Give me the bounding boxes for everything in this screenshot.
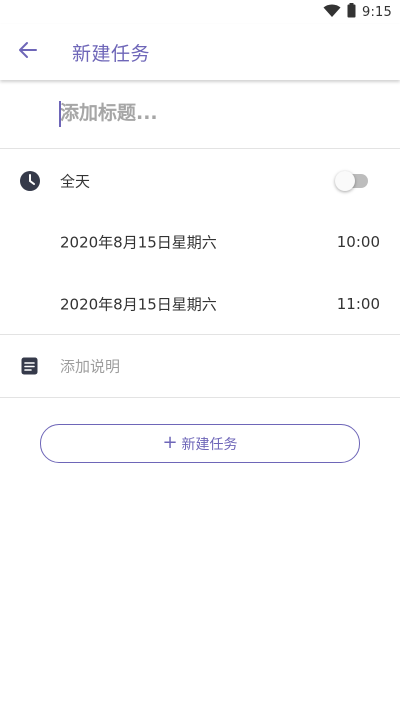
page-title: 新建任务 bbox=[72, 43, 151, 65]
app-bar: 新建任务 bbox=[0, 24, 400, 80]
clock-icon bbox=[19, 170, 41, 192]
battery-icon bbox=[347, 3, 356, 22]
all-day-row[interactable]: 全天 bbox=[0, 150, 400, 212]
all-day-toggle[interactable] bbox=[335, 171, 368, 191]
end-time[interactable]: 11:00 bbox=[337, 295, 380, 313]
end-date[interactable]: 2020年8月15日星期六 bbox=[60, 294, 217, 315]
status-time: 9:15 bbox=[362, 5, 392, 20]
task-title-input[interactable] bbox=[60, 96, 380, 130]
start-date[interactable]: 2020年8月15日星期六 bbox=[60, 232, 217, 253]
end-time-row: 2020年8月15日星期六 11:00 bbox=[0, 273, 400, 335]
status-bar: 9:15 bbox=[0, 0, 400, 24]
description-row[interactable]: 添加说明 bbox=[0, 335, 400, 397]
title-section bbox=[0, 80, 400, 149]
notes-icon bbox=[20, 356, 40, 376]
create-task-button[interactable]: + 新建任务 bbox=[40, 424, 360, 463]
divider bbox=[0, 397, 400, 398]
toggle-thumb bbox=[335, 171, 355, 191]
text-cursor bbox=[59, 101, 61, 127]
back-button[interactable] bbox=[14, 38, 42, 66]
all-day-label: 全天 bbox=[60, 172, 91, 191]
plus-icon: + bbox=[162, 431, 178, 453]
create-task-label: 新建任务 bbox=[181, 436, 238, 453]
start-time[interactable]: 10:00 bbox=[337, 233, 380, 251]
start-time-row: 2020年8月15日星期六 10:00 bbox=[0, 211, 400, 273]
arrow-left-icon bbox=[17, 39, 39, 65]
status-icons: 9:15 bbox=[323, 3, 392, 22]
description-label: 添加说明 bbox=[60, 357, 121, 376]
wifi-icon bbox=[323, 4, 341, 22]
